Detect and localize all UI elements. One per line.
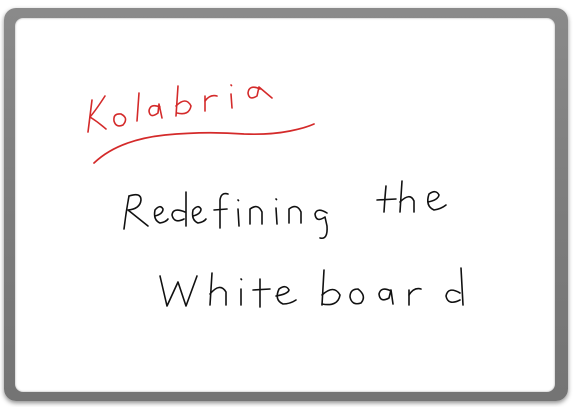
tagline-handwriting	[123, 180, 464, 308]
handwriting-layer	[87, 84, 464, 308]
brand-handwriting	[87, 84, 315, 164]
whiteboard-screen: Kolabria Redefining the Whiteboard	[0, 0, 574, 407]
